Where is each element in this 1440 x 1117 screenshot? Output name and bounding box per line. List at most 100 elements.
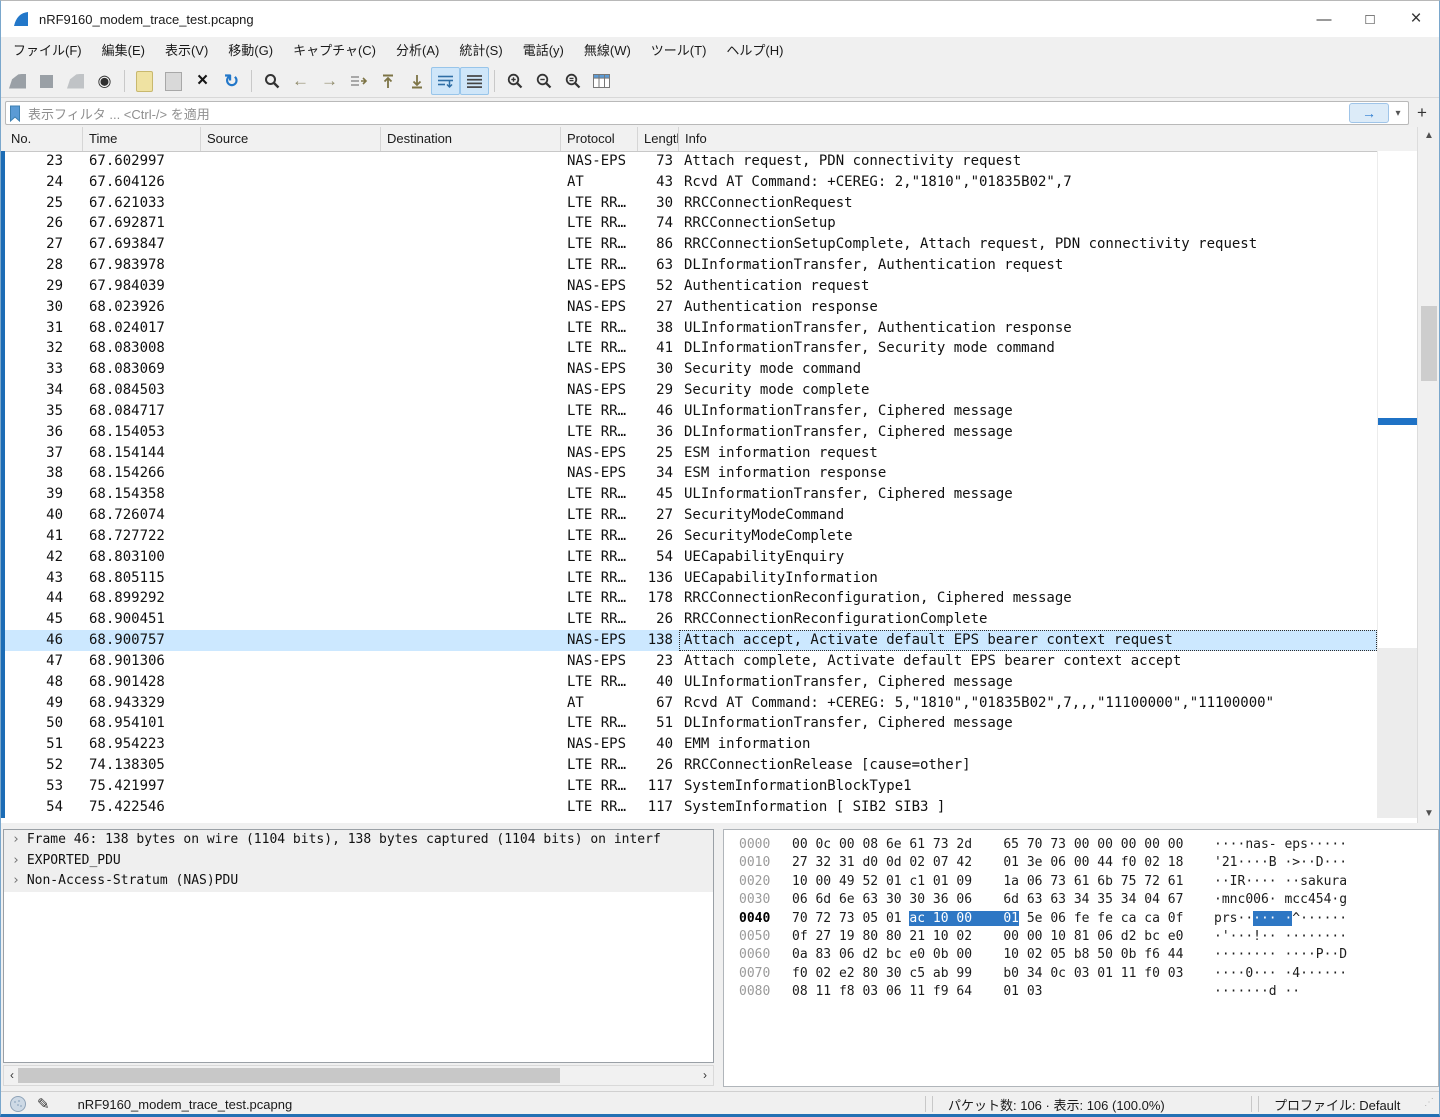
hex-byte[interactable]: 61 xyxy=(909,837,925,852)
hex-byte[interactable]: 50 xyxy=(1097,947,1113,962)
reload-file-icon[interactable]: ↻ xyxy=(217,67,246,95)
cell-protocol[interactable]: NAS-EPS xyxy=(561,359,638,380)
hex-byte[interactable]: 03 xyxy=(862,984,878,999)
hex-byte[interactable]: 3e xyxy=(1027,855,1043,870)
zoom-reset-icon[interactable] xyxy=(558,67,587,95)
packet-row[interactable]: 4468.899292LTE RR…178RRCConnectionReconf… xyxy=(1,588,1377,609)
menu-item[interactable]: 表示(V) xyxy=(155,37,218,65)
cell-time[interactable]: 68.899292 xyxy=(83,588,201,609)
ascii-char[interactable]: · xyxy=(1269,874,1277,889)
cell-source[interactable] xyxy=(201,276,381,297)
menu-item[interactable]: ファイル(F) xyxy=(3,37,92,65)
cell-time[interactable]: 68.023926 xyxy=(83,297,201,318)
scrollbar-thumb[interactable] xyxy=(1421,306,1437,381)
ascii-char[interactable]: a xyxy=(1253,837,1261,852)
cell-destination[interactable] xyxy=(381,193,561,214)
cell-info[interactable]: Attach accept, Activate default EPS bear… xyxy=(679,630,1377,651)
cell-no[interactable]: 38 xyxy=(1,463,83,484)
cell-time[interactable]: 68.084503 xyxy=(83,380,201,401)
cell-source[interactable] xyxy=(201,338,381,359)
hex-byte[interactable]: 0d xyxy=(886,855,902,870)
ascii-char[interactable]: · xyxy=(1269,911,1277,926)
ascii-char[interactable]: · xyxy=(1222,874,1230,889)
cell-no[interactable]: 43 xyxy=(1,568,83,589)
column-header[interactable]: No. xyxy=(1,127,83,151)
cell-source[interactable] xyxy=(201,213,381,234)
cell-length[interactable]: 23 xyxy=(638,651,679,672)
display-filter-input[interactable]: 表示フィルタ ... <Ctrl-/> を適用 → ▾ xyxy=(5,101,1409,125)
hex-byte[interactable]: 05 xyxy=(1050,947,1066,962)
hex-row[interactable]: 001027 32 31 d0 0d 02 07 42 01 3e 06 00 … xyxy=(724,854,1438,872)
cell-no[interactable]: 40 xyxy=(1,505,83,526)
cell-destination[interactable] xyxy=(381,776,561,797)
hex-byte[interactable]: 00 xyxy=(815,874,831,889)
go-last-packet-icon[interactable] xyxy=(402,67,431,95)
cell-no[interactable]: 23 xyxy=(1,151,83,172)
cell-no[interactable]: 53 xyxy=(1,776,83,797)
ascii-char[interactable]: · xyxy=(1222,947,1230,962)
hex-byte[interactable]: 07 xyxy=(933,855,949,870)
hex-byte[interactable]: 06 xyxy=(1027,874,1043,889)
cell-info[interactable]: RRCConnectionRequest xyxy=(679,193,1377,214)
ascii-char[interactable]: · xyxy=(1316,929,1324,944)
ascii-char[interactable]: d xyxy=(1269,984,1277,999)
hex-byte[interactable]: 75 xyxy=(1121,874,1137,889)
cell-length[interactable]: 25 xyxy=(638,443,679,464)
cell-info[interactable]: Rcvd AT Command: +CEREG: 2,"1810","01835… xyxy=(679,172,1377,193)
cell-time[interactable]: 68.954223 xyxy=(83,734,201,755)
cell-time[interactable]: 68.901428 xyxy=(83,672,201,693)
hex-byte[interactable]: 00 xyxy=(792,837,808,852)
cell-protocol[interactable]: NAS-EPS xyxy=(561,297,638,318)
cell-protocol[interactable]: LTE RR… xyxy=(561,401,638,422)
cell-protocol[interactable]: LTE RR… xyxy=(561,255,638,276)
cell-no[interactable]: 36 xyxy=(1,422,83,443)
hex-byte[interactable]: 00 xyxy=(839,837,855,852)
ascii-char[interactable]: · xyxy=(1300,855,1308,870)
cell-time[interactable]: 67.693847 xyxy=(83,234,201,255)
packet-row[interactable]: 3168.024017LTE RR…38ULInformationTransfe… xyxy=(1,318,1377,339)
hex-byte[interactable]: 0b xyxy=(1121,947,1137,962)
cell-source[interactable] xyxy=(201,776,381,797)
cell-source[interactable] xyxy=(201,255,381,276)
cell-length[interactable]: 36 xyxy=(638,422,679,443)
hex-byte[interactable]: 67 xyxy=(1168,892,1184,907)
cell-no[interactable]: 32 xyxy=(1,338,83,359)
packet-row[interactable]: 4368.805115LTE RR…136UECapabilityInforma… xyxy=(1,568,1377,589)
cell-protocol[interactable]: LTE RR… xyxy=(561,609,638,630)
menu-item[interactable]: 編集(E) xyxy=(92,37,155,65)
cell-time[interactable]: 67.983978 xyxy=(83,255,201,276)
cell-info[interactable]: Authentication response xyxy=(679,297,1377,318)
cell-no[interactable]: 25 xyxy=(1,193,83,214)
cell-source[interactable] xyxy=(201,359,381,380)
hex-byte[interactable]: d2 xyxy=(1121,929,1137,944)
cell-no[interactable]: 29 xyxy=(1,276,83,297)
cell-length[interactable]: 43 xyxy=(638,172,679,193)
hex-byte[interactable]: 01 xyxy=(886,874,902,889)
cell-protocol[interactable]: LTE RR… xyxy=(561,505,638,526)
cell-protocol[interactable]: LTE RR… xyxy=(561,755,638,776)
ascii-char[interactable]: · xyxy=(1245,911,1253,926)
hex-byte[interactable]: 03 xyxy=(1074,966,1090,981)
ascii-char[interactable]: · xyxy=(1222,837,1230,852)
maximize-button[interactable]: □ xyxy=(1347,1,1393,37)
hex-byte[interactable]: 80 xyxy=(862,929,878,944)
ascii-char[interactable]: - xyxy=(1269,837,1277,852)
ascii-char[interactable]: P xyxy=(1316,947,1324,962)
cell-info[interactable]: SecurityModeCommand xyxy=(679,505,1377,526)
hex-byte[interactable]: 73 xyxy=(1050,874,1066,889)
ascii-char[interactable]: · xyxy=(1269,947,1277,962)
cell-time[interactable]: 68.024017 xyxy=(83,318,201,339)
cell-destination[interactable] xyxy=(381,755,561,776)
hex-byte[interactable]: 09 xyxy=(956,874,972,889)
hex-byte[interactable]: 72 xyxy=(1144,874,1160,889)
hex-byte[interactable]: 18 xyxy=(1168,855,1184,870)
hex-byte[interactable]: 30 xyxy=(886,966,902,981)
ascii-char[interactable]: · xyxy=(1245,947,1253,962)
ascii-char[interactable]: s xyxy=(1300,837,1308,852)
capture-start-icon[interactable] xyxy=(3,67,32,95)
cell-destination[interactable] xyxy=(381,609,561,630)
resize-grip-icon[interactable]: ⋰ xyxy=(1424,1097,1438,1111)
zoom-out-icon[interactable] xyxy=(529,67,558,95)
cell-no[interactable]: 37 xyxy=(1,443,83,464)
detail-scrollbar-thumb[interactable] xyxy=(18,1068,560,1083)
